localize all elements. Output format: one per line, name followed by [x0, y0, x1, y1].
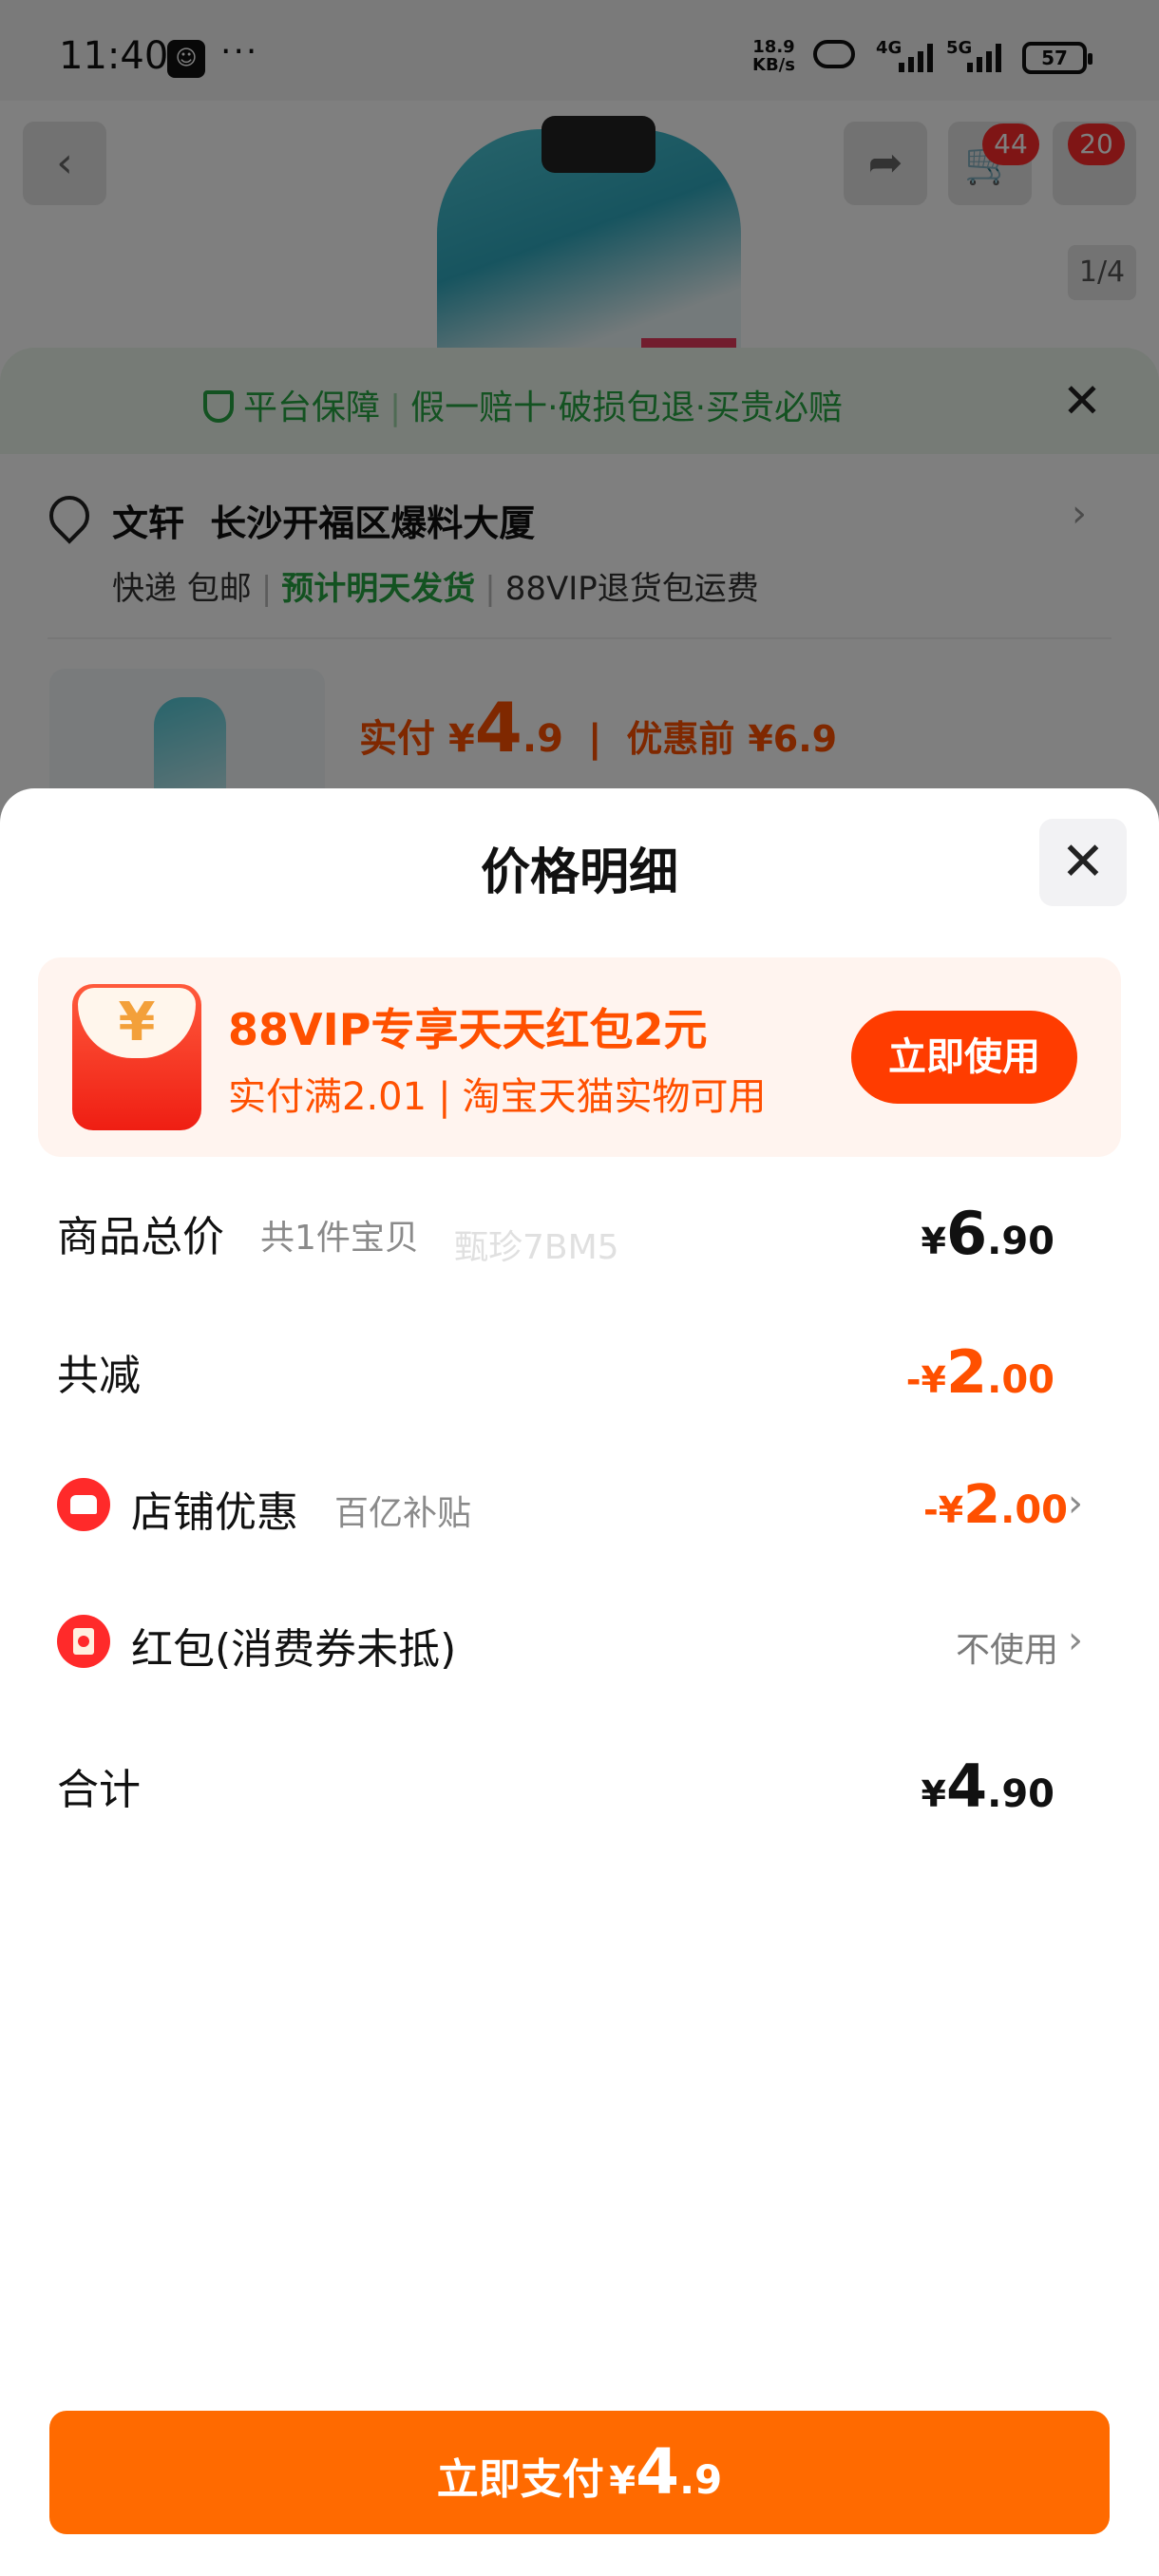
vip-title: 88VIP专享天天红包2元	[228, 1004, 708, 1055]
sum-int: 4	[946, 1752, 988, 1821]
reduction-label: 共减	[57, 1352, 141, 1400]
row-coupon[interactable]: 红包(消费券未抵) 不使用 ›	[0, 1598, 1159, 1683]
watermark: 甄珍7BM5	[454, 1228, 619, 1267]
sheet-title: 价格明细	[480, 844, 678, 901]
shop-discount-dec: .00	[1000, 1488, 1068, 1532]
coupon-value: 不使用	[955, 1631, 1058, 1670]
vip-redpack-card: ¥ 88VIP专享天天红包2元 实付满2.01 | 淘宝天猫实物可用 立即使用	[38, 957, 1121, 1157]
sum-amount: ¥4.90	[922, 1752, 1054, 1821]
sum-currency: ¥	[921, 1773, 946, 1815]
shop-discount-currency: -¥	[922, 1489, 964, 1531]
goods-total-amount: ¥6.90	[922, 1199, 1054, 1268]
goods-total-label: 商品总价	[57, 1213, 224, 1261]
shop-discount-sub: 百亿补贴	[334, 1494, 472, 1533]
shop-discount-int: 2	[963, 1474, 1001, 1536]
row-reduction: 共减 -¥2.00	[0, 1324, 1159, 1410]
sum-label: 合计	[57, 1766, 141, 1814]
reduction-currency: -¥	[905, 1359, 946, 1401]
row-goods-total: 商品总价 共1件宝贝 甄珍7BM5 ¥6.90	[0, 1185, 1159, 1271]
use-now-button[interactable]: 立即使用	[851, 1011, 1077, 1104]
pay-int: 4	[636, 2435, 680, 2509]
row-sum: 合计 ¥4.90	[0, 1738, 1159, 1824]
vip-scope: 淘宝天猫实物可用	[462, 1075, 767, 1119]
shop-discount-amount: -¥2.00	[923, 1474, 1068, 1536]
reduction-int: 2	[946, 1337, 988, 1407]
pay-label: 立即支付	[436, 2455, 604, 2504]
goods-total-int: 6	[946, 1199, 988, 1268]
yen-icon: ¥	[78, 988, 196, 1058]
vip-condition: 实付满2.01	[228, 1075, 428, 1119]
pay-dec: .9	[679, 2456, 723, 2503]
goods-total-dec: .90	[987, 1220, 1054, 1263]
coupon-label: 红包(消费券未抵)	[131, 1625, 457, 1674]
chevron-right-icon: ›	[1068, 1619, 1083, 1662]
price-detail-sheet: 价格明细 ✕ ¥ 88VIP专享天天红包2元 实付满2.01 | 淘宝天猫实物可用 …	[0, 788, 1159, 2576]
coupon-icon	[57, 1615, 110, 1668]
close-icon[interactable]: ✕	[1039, 819, 1127, 906]
reduction-amount: -¥2.00	[906, 1337, 1054, 1407]
pay-now-button[interactable]: 立即支付 ¥4.9	[49, 2411, 1110, 2534]
goods-count: 共1件宝贝	[260, 1219, 419, 1258]
sum-dec: .90	[987, 1772, 1054, 1816]
goods-total-currency: ¥	[921, 1221, 946, 1262]
chevron-right-icon: ›	[1068, 1482, 1083, 1525]
row-shop-discount[interactable]: 店铺优惠 百亿补贴 -¥2.00 ›	[0, 1461, 1159, 1546]
shop-icon	[57, 1478, 110, 1531]
red-envelope-icon: ¥	[72, 984, 201, 1130]
reduction-dec: .00	[987, 1358, 1054, 1402]
shop-discount-label: 店铺优惠	[131, 1488, 298, 1537]
pay-currency: ¥	[609, 2459, 636, 2503]
vip-condition-line: 实付满2.01 | 淘宝天猫实物可用	[228, 1075, 767, 1119]
